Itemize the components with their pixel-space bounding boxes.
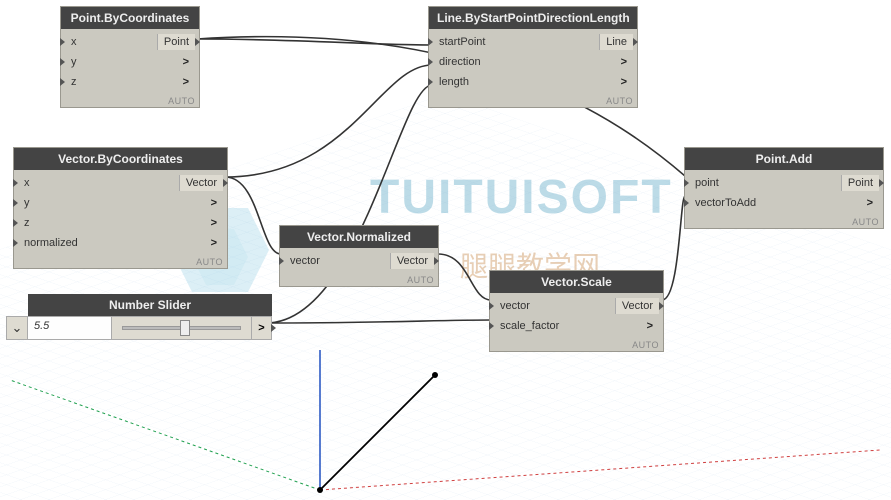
- node-title: Vector.Normalized: [280, 226, 438, 248]
- chevron-down-icon: ⌄: [12, 320, 23, 336]
- port-in-startpoint[interactable]: [428, 38, 433, 46]
- node-vector-by-coordinates[interactable]: Vector.ByCoordinates x>Vector y> z> norm…: [13, 147, 228, 269]
- expand-toggle[interactable]: ⌄: [6, 316, 28, 340]
- replication-label: AUTO: [685, 216, 883, 228]
- replication-label: AUTO: [61, 95, 199, 107]
- replication-label: AUTO: [490, 339, 663, 351]
- port-in-x[interactable]: [13, 179, 18, 187]
- chevron-right-icon: >: [183, 56, 189, 68]
- node-title: Point.ByCoordinates: [61, 7, 199, 29]
- chevron-right-icon: >: [211, 217, 217, 229]
- node-title: Number Slider: [28, 294, 272, 316]
- port-out-line[interactable]: Line: [599, 34, 633, 50]
- node-title: Point.Add: [685, 148, 883, 170]
- port-out-vector[interactable]: Vector: [179, 175, 223, 191]
- port-in-direction[interactable]: [428, 58, 433, 66]
- port-in-point[interactable]: [684, 179, 689, 187]
- port-in-length[interactable]: [428, 78, 433, 86]
- node-title: Vector.Scale: [490, 271, 663, 293]
- slider-track[interactable]: [112, 316, 252, 340]
- chevron-right-icon: >: [647, 320, 653, 332]
- port-out-point[interactable]: Point: [841, 175, 879, 191]
- node-vector-scale[interactable]: Vector.Scale vector>Vector scale_factor>…: [489, 270, 664, 352]
- port-out-vector[interactable]: Vector: [615, 298, 659, 314]
- slider-thumb[interactable]: [180, 320, 190, 336]
- node-line-by-start-point-direction-length[interactable]: Line.ByStartPointDirectionLength startPo…: [428, 6, 638, 108]
- chevron-right-icon: >: [258, 322, 264, 334]
- chevron-right-icon: >: [183, 76, 189, 88]
- replication-label: AUTO: [429, 95, 637, 107]
- chevron-right-icon: >: [211, 197, 217, 209]
- chevron-right-icon: >: [867, 197, 873, 209]
- port-in-scale-factor[interactable]: [489, 322, 494, 330]
- node-number-slider[interactable]: Number Slider ⌄ 5.5 >: [6, 294, 272, 340]
- node-point-add[interactable]: Point.Add point>Point vectorToAdd> AUTO: [684, 147, 884, 229]
- node-point-by-coordinates[interactable]: Point.ByCoordinates x>Point y> z> AUTO: [60, 6, 200, 108]
- port-in-vector[interactable]: [279, 257, 284, 265]
- node-vector-normalized[interactable]: Vector.Normalized vector>Vector AUTO: [279, 225, 439, 287]
- port-in-x[interactable]: [60, 38, 65, 46]
- port-out-number[interactable]: >: [252, 316, 272, 340]
- port-in-vector[interactable]: [489, 302, 494, 310]
- chevron-right-icon: >: [621, 56, 627, 68]
- chevron-right-icon: >: [211, 237, 217, 249]
- port-in-vector-to-add[interactable]: [684, 199, 689, 207]
- slider-value[interactable]: 5.5: [28, 316, 112, 340]
- chevron-right-icon: >: [621, 76, 627, 88]
- port-in-y[interactable]: [60, 58, 65, 66]
- port-in-normalized[interactable]: [13, 239, 18, 247]
- node-title: Line.ByStartPointDirectionLength: [429, 7, 637, 29]
- replication-label: AUTO: [14, 256, 227, 268]
- replication-label: AUTO: [280, 274, 438, 286]
- port-in-y[interactable]: [13, 199, 18, 207]
- port-in-z[interactable]: [60, 78, 65, 86]
- port-out-point[interactable]: Point: [157, 34, 195, 50]
- node-title: Vector.ByCoordinates: [14, 148, 227, 170]
- port-in-z[interactable]: [13, 219, 18, 227]
- port-out-vector[interactable]: Vector: [390, 253, 434, 269]
